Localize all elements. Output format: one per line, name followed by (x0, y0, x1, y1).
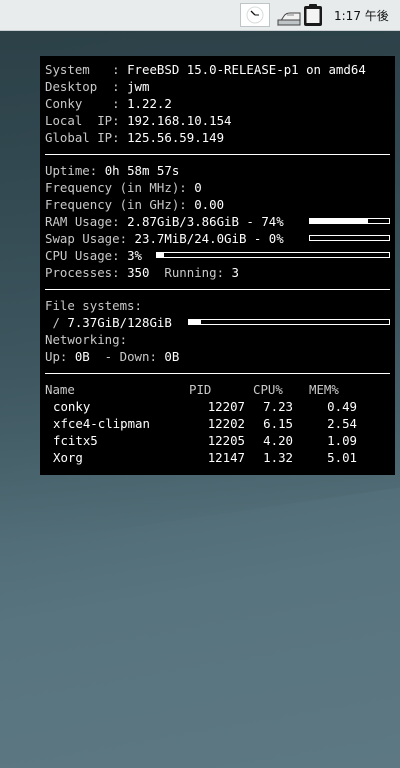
system-label: System : (45, 62, 128, 77)
process-pid: 12207 (207, 399, 245, 414)
panel-clock[interactable]: 1:17 午後 (334, 7, 389, 24)
ram-row: RAM Usage: 2.87GiB/3.86GiB - 74% (45, 213, 390, 230)
root-fs-usage-bar-fill (189, 320, 201, 324)
ram-usage-bar-fill (310, 219, 369, 223)
process-name: conky (53, 399, 91, 414)
local-ip-label: Local IP: (45, 113, 128, 128)
upload-value: 0B (74, 349, 90, 364)
table-row: xfce4-clipman 12202 6.15 2.54 (45, 415, 390, 432)
swap-value: 23.7MiB/24.0GiB - 0% (134, 231, 284, 246)
process-mem: 1.09 (327, 433, 357, 448)
ram-usage-bar (309, 218, 390, 224)
ram-label: RAM Usage: (45, 214, 128, 229)
freq-mhz-row: Frequency (in MHz): 0 (45, 179, 390, 196)
analog-clock-icon[interactable] (240, 3, 270, 27)
root-fs-usage-bar (188, 319, 390, 325)
freq-ghz-label: Frequency (in GHz): (45, 197, 195, 212)
divider (45, 373, 390, 374)
download-label: - Down: (89, 349, 165, 364)
swap-row: Swap Usage: 23.7MiB/24.0GiB - 0% (45, 230, 390, 247)
freq-mhz-value: 0 (194, 180, 202, 195)
process-cpu: 6.15 (263, 416, 293, 431)
root-fs-value: 7.37GiB/128GiB (67, 315, 172, 330)
desktop-label: Desktop : (45, 79, 128, 94)
file-systems-heading: File systems: (45, 297, 390, 314)
desktop-row: Desktop : jwm (45, 78, 390, 95)
running-label: Running: (149, 265, 232, 280)
name-column-header: Name (45, 382, 75, 397)
pid-column-header: PID (189, 382, 212, 397)
freq-ghz-row: Frequency (in GHz): 0.00 (45, 196, 390, 213)
process-pid: 12205 (207, 433, 245, 448)
cpu-row: CPU Usage: 3% (45, 247, 390, 264)
network-traffic-row: Up: 0B - Down: 0B (45, 348, 390, 365)
uptime-value: 0h 58m 57s (104, 163, 180, 178)
conky-label: Conky : (45, 96, 128, 111)
process-mem: 2.54 (327, 416, 357, 431)
system-value: FreeBSD 15.0-RELEASE-p1 on amd64 (127, 62, 366, 77)
cpu-value: 3% (127, 248, 142, 263)
table-row: Xorg 12147 1.32 5.01 (45, 449, 390, 466)
process-cpu: 7.23 (263, 399, 293, 414)
swap-usage-bar (309, 235, 390, 241)
process-table-body: conky 12207 7.23 0.49 xfce4-clipman 1220… (45, 398, 390, 466)
local-ip-value: 192.168.10.154 (127, 113, 232, 128)
process-name: xfce4-clipman (53, 416, 150, 431)
process-table-header: Name PID CPU% MEM% (45, 381, 390, 398)
process-name: Xorg (53, 450, 83, 465)
eraser-icon[interactable] (274, 3, 302, 27)
freq-ghz-value: 0.00 (194, 197, 225, 212)
uptime-row: Uptime: 0h 58m 57s (45, 162, 390, 179)
cpu-column-header: CPU% (253, 382, 283, 397)
process-cpu: 4.20 (263, 433, 293, 448)
processes-row: Processes: 350 Running: 3 (45, 264, 390, 281)
local-ip-row: Local IP: 192.168.10.154 (45, 112, 390, 129)
process-mem: 5.01 (327, 450, 357, 465)
networking-heading-text: Networking: (45, 332, 128, 347)
upload-label: Up: (45, 349, 75, 364)
process-cpu: 1.32 (263, 450, 293, 465)
global-ip-value: 125.56.59.149 (127, 130, 225, 145)
file-systems-heading-text: File systems: (45, 298, 142, 313)
mem-column-header: MEM% (309, 382, 339, 397)
process-name: fcitx5 (53, 433, 98, 448)
processes-label: Processes: (45, 265, 128, 280)
conky-window: System : FreeBSD 15.0-RELEASE-p1 on amd6… (40, 56, 395, 475)
clipboard-icon[interactable] (302, 3, 324, 27)
top-panel: 1:17 午後 (0, 0, 400, 31)
freq-mhz-label: Frequency (in MHz): (45, 180, 195, 195)
divider (45, 289, 390, 290)
cpu-label: CPU Usage: (45, 248, 128, 263)
table-row: conky 12207 7.23 0.49 (45, 398, 390, 415)
swap-label: Swap Usage: (45, 231, 135, 246)
download-value: 0B (164, 349, 180, 364)
root-fs-label: / (45, 315, 68, 330)
cpu-usage-bar (156, 252, 390, 258)
system-row: System : FreeBSD 15.0-RELEASE-p1 on amd6… (45, 61, 390, 78)
ram-value: 2.87GiB/3.86GiB - 74% (127, 214, 284, 229)
process-pid: 12202 (207, 416, 245, 431)
process-mem: 0.49 (327, 399, 357, 414)
table-row: fcitx5 12205 4.20 1.09 (45, 432, 390, 449)
global-ip-label: Global IP: (45, 130, 128, 145)
desktop-value: jwm (127, 79, 150, 94)
cpu-usage-bar-fill (157, 253, 164, 257)
process-pid: 12147 (207, 450, 245, 465)
processes-value: 350 (127, 265, 150, 280)
networking-heading: Networking: (45, 331, 390, 348)
panel-task-area[interactable] (0, 0, 240, 30)
conky-version-value: 1.22.2 (127, 96, 172, 111)
global-ip-row: Global IP: 125.56.59.149 (45, 129, 390, 146)
divider (45, 154, 390, 155)
root-fs-row: / 7.37GiB/128GiB (45, 314, 390, 331)
uptime-label: Uptime: (45, 163, 105, 178)
conky-version-row: Conky : 1.22.2 (45, 95, 390, 112)
running-value: 3 (231, 265, 239, 280)
